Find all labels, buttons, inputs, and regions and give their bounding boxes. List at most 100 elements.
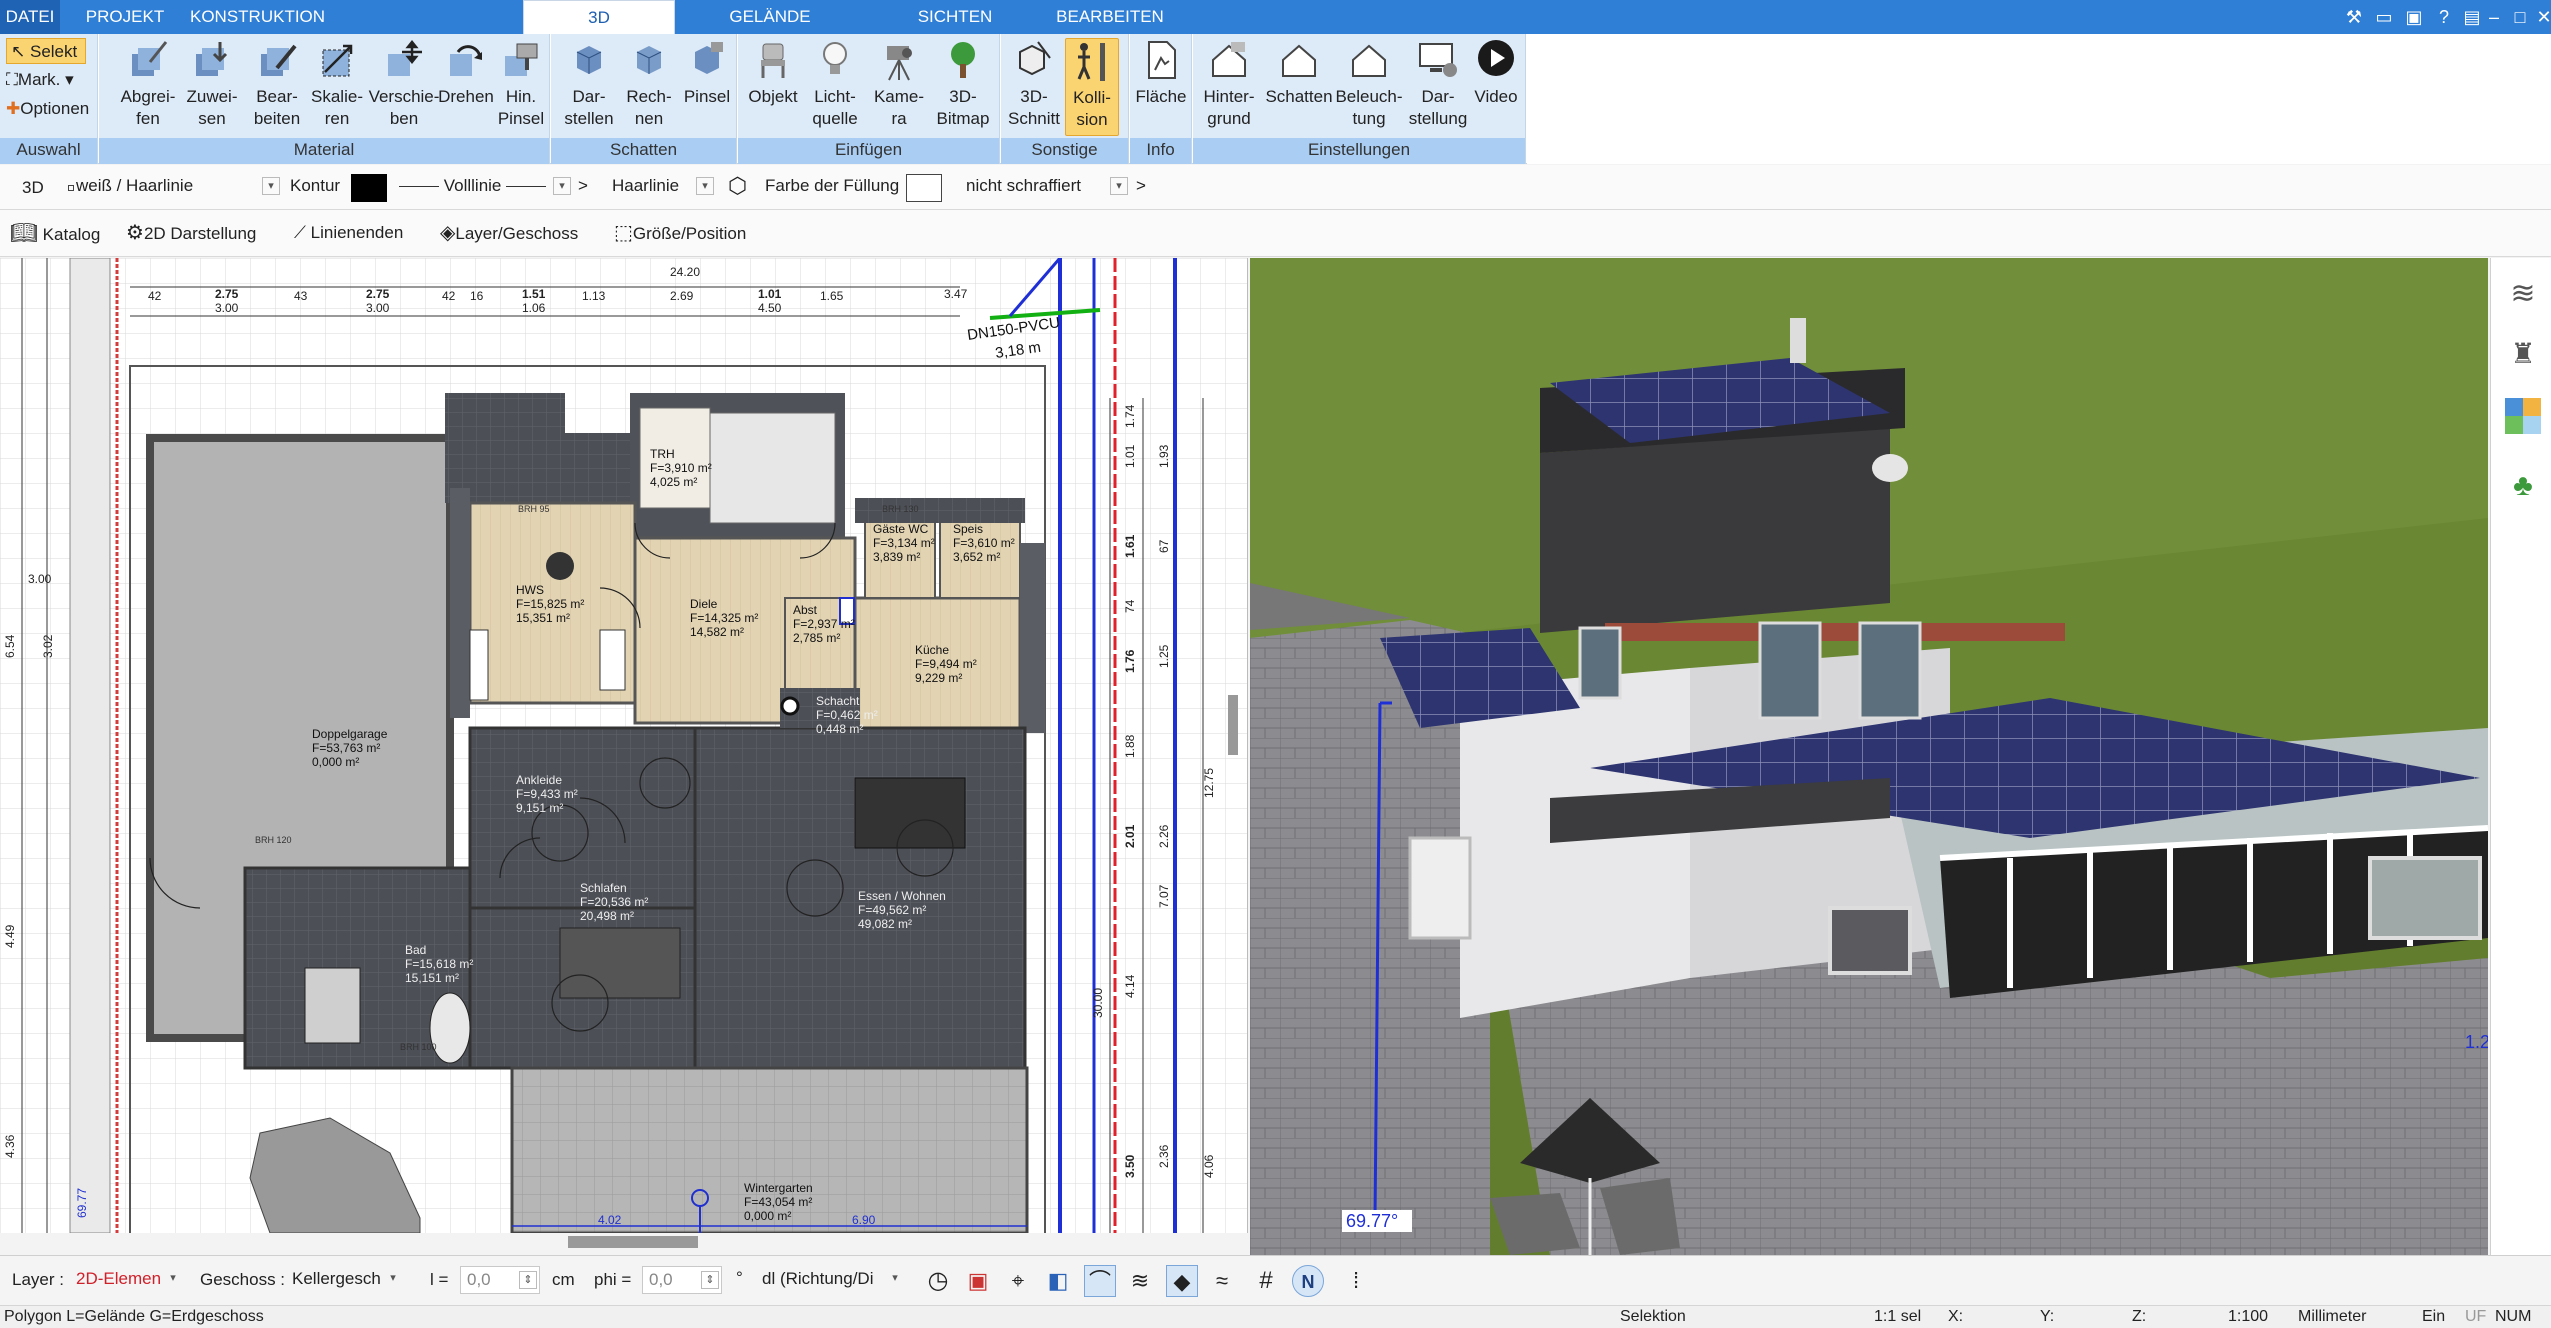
objekt-button[interactable]: Objekt xyxy=(744,38,802,108)
linienenden-label: Linienenden xyxy=(310,223,404,242)
layers-icon[interactable]: ◧ xyxy=(1042,1265,1074,1297)
kollision-button[interactable]: Kolli- sion xyxy=(1065,38,1119,136)
restore-ribbon-icon[interactable]: ▣ xyxy=(2400,3,2428,31)
room-area: F=20,536 m² xyxy=(580,895,648,909)
status-scale: 1:100 xyxy=(2228,1308,2269,1325)
group-einfuegen: Objekt Licht- quelle Kame- ra 3D- Bitmap… xyxy=(738,34,1000,164)
fill-style-combo[interactable]: weiß / Haarlinie ▾ xyxy=(62,173,282,201)
spinner-icon[interactable]: ⇕ xyxy=(701,1271,719,1289)
schnitt-3d-button[interactable]: 3D- Schnitt xyxy=(1005,38,1063,130)
line-style-combo[interactable]: Volllinie ▾ xyxy=(393,173,573,201)
group-label-einfuegen: Einfügen xyxy=(738,138,999,164)
horizontal-scrollbar-thumb[interactable] xyxy=(568,1236,698,1248)
north-icon[interactable]: N xyxy=(1292,1265,1324,1297)
fill-color-swatch[interactable] xyxy=(906,174,942,202)
hatch-icon[interactable]: ≋ xyxy=(1124,1265,1156,1297)
schatten-pinsel-label: Pinsel xyxy=(683,87,731,106)
tab-gelaende[interactable]: GELÄNDE xyxy=(690,0,850,34)
grid-icon[interactable]: # xyxy=(1250,1265,1282,1297)
entrance-tiles xyxy=(445,393,565,433)
tab-bearbeiten[interactable]: BEARBEITEN xyxy=(1040,0,1180,34)
chair-icon[interactable]: ♜ xyxy=(2505,336,2541,372)
l-input[interactable]: 0,0 ⇕ xyxy=(460,1266,540,1294)
dim-label: 43 xyxy=(294,289,308,303)
layer-combo[interactable]: 2D-Elemen ▾ xyxy=(70,1266,184,1294)
drehen-button[interactable]: Drehen xyxy=(433,38,499,108)
clock-icon[interactable]: ◷ xyxy=(922,1265,954,1297)
area-doc-icon xyxy=(1148,41,1176,79)
window-icon[interactable]: ▭ xyxy=(2370,3,2398,31)
dim-label: 1.65 xyxy=(820,289,844,303)
pipette-icon xyxy=(132,41,168,76)
kontur-color-swatch[interactable] xyxy=(351,174,387,202)
layer-geschoss-button[interactable]: ◈Layer/Geschoss xyxy=(440,214,578,253)
linienenden-button[interactable]: ⟋ Linienenden xyxy=(294,214,403,252)
dim-label: 7.07 xyxy=(1157,884,1171,908)
bearbeiten-button[interactable]: Bear- beiten xyxy=(245,38,309,130)
vertical-scrollbar[interactable] xyxy=(1228,695,1238,755)
floor-plan-canvas[interactable]: 42 2.75 3.00 43 2.75 3.00 42 16 1.51 1.0… xyxy=(0,258,1248,1233)
tree-icon[interactable]: ♣ xyxy=(2505,468,2541,504)
mark-button[interactable]: ⛶Mark. ▾ xyxy=(6,67,74,93)
camera-icon[interactable]: ⌖ xyxy=(1002,1265,1034,1297)
skalieren-button[interactable]: Skalie- ren xyxy=(307,38,367,130)
tab-konstruktion[interactable]: KONSTRUKTION xyxy=(190,0,325,34)
more-options-icon[interactable]: ⁞ xyxy=(1340,1265,1372,1297)
mark-icon: ⛶ xyxy=(6,70,18,89)
help-icon[interactable]: ? xyxy=(2430,3,2458,31)
geschoss-combo[interactable]: Kellergesch ▾ xyxy=(286,1266,404,1294)
tab-datei[interactable]: DATEI xyxy=(0,0,60,34)
floor-plan-view[interactable]: 42 2.75 3.00 43 2.75 3.00 42 16 1.51 1.0… xyxy=(0,258,1248,1233)
tab-projekt[interactable]: PROJEKT xyxy=(60,0,190,34)
beleuchtung-button[interactable]: Beleuch- tung xyxy=(1333,38,1405,130)
layers-icon[interactable]: ≋ xyxy=(2505,276,2541,312)
flaeche-button[interactable]: Fläche xyxy=(1134,38,1188,108)
side-label: 1.26 xyxy=(2465,1032,2488,1052)
kamera-button[interactable]: Kame- ra xyxy=(868,38,930,130)
texture-icon[interactable] xyxy=(2505,398,2541,434)
tab-sichten[interactable]: SICHTEN xyxy=(870,0,1040,34)
rotate-icon xyxy=(450,45,482,76)
room-area: F=2,937 m² xyxy=(793,617,855,631)
more-arrow-icon[interactable]: > xyxy=(578,167,588,205)
hintergrund-button[interactable]: Hinter- grund xyxy=(1197,38,1261,130)
video-button[interactable]: Video xyxy=(1469,38,1523,108)
surface-icon[interactable]: ◆ xyxy=(1166,1265,1198,1297)
options-button[interactable]: ✚Optionen xyxy=(6,96,89,122)
3d-view[interactable]: 69.77° 1.26 xyxy=(1250,258,2488,1255)
zuweisen-button[interactable]: Zuwei- sen xyxy=(183,38,241,130)
abgreifen-button[interactable]: Abgrei- fen xyxy=(119,38,177,130)
select-button[interactable]: ↖ Selekt xyxy=(6,38,86,64)
darstellung-button[interactable]: Dar- stellung xyxy=(1405,38,1471,130)
tab-3d[interactable]: 3D xyxy=(523,0,675,34)
tools-icon[interactable]: ⚒ xyxy=(2340,3,2368,31)
dim-label: 4.50 xyxy=(758,301,782,315)
spinner-icon[interactable]: ⇕ xyxy=(519,1271,537,1289)
minimize-icon[interactable]: – xyxy=(2480,3,2508,31)
hin-pinsel-button[interactable]: Hin. Pinsel xyxy=(495,38,547,130)
dl-combo[interactable]: dl (Richtung/Di ▾ xyxy=(756,1266,906,1294)
wave-icon[interactable]: ≈ xyxy=(1206,1265,1238,1297)
more-arrow-icon[interactable]: > xyxy=(1136,167,1146,205)
lichtquelle-button[interactable]: Licht- quelle xyxy=(804,38,866,130)
verschieben-button[interactable]: Verschie- ben xyxy=(367,38,441,130)
room-area2: 2,785 m² xyxy=(793,631,840,645)
snap-icon[interactable]: ⌒ xyxy=(1084,1265,1116,1297)
monitor-icon[interactable]: ▣ xyxy=(962,1265,994,1297)
schatten-darstellen-button[interactable]: Dar- stellen xyxy=(559,38,619,130)
line-width-combo[interactable]: Haarlinie ▾ xyxy=(606,173,716,201)
bitmap-3d-button[interactable]: 3D- Bitmap xyxy=(932,38,994,130)
hatch-combo[interactable]: nicht schraffiert ▾ xyxy=(960,173,1130,201)
groesse-position-button[interactable]: ⬚Größe/Position xyxy=(614,214,746,253)
status-mode: Selektion xyxy=(1620,1308,1686,1325)
darstellung-2d-button[interactable]: ⚙2D Darstellung xyxy=(126,214,256,253)
3d-canvas[interactable]: 69.77° 1.26 xyxy=(1250,258,2488,1255)
schatten-rechnen-button[interactable]: Rech- nen xyxy=(619,38,679,130)
schatten-einst-button[interactable]: Schatten xyxy=(1263,38,1335,108)
schatten-pinsel-button[interactable]: Pinsel xyxy=(679,38,735,108)
close-icon[interactable]: ✕ xyxy=(2530,3,2551,31)
wc-wall xyxy=(855,498,1025,523)
dim-label: 4.36 xyxy=(3,1134,17,1158)
katalog-button[interactable]: 📖︎ Katalog xyxy=(10,214,100,254)
phi-input[interactable]: 0,0 ⇕ xyxy=(642,1266,722,1294)
